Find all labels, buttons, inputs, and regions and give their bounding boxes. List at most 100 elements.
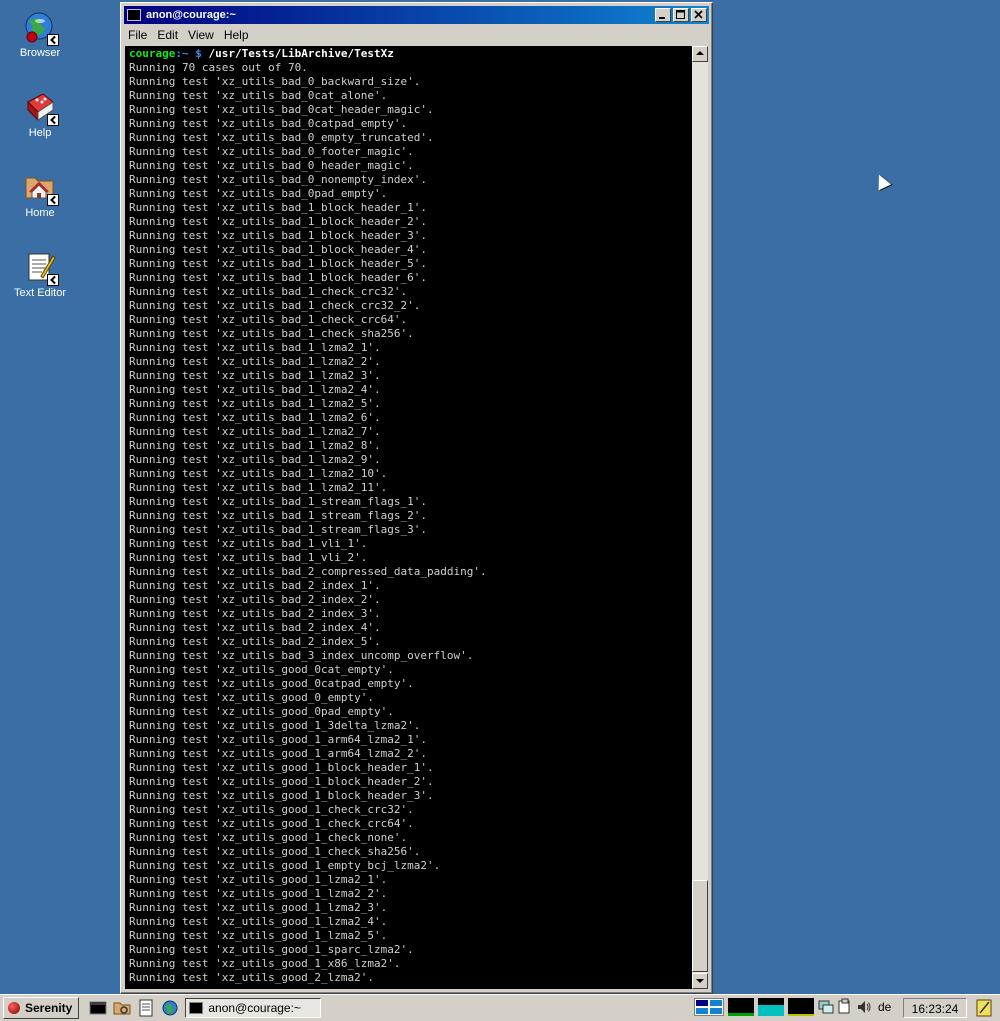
output-line: Running test 'xz_utils_good_1_lzma2_3'. xyxy=(129,901,388,914)
serenity-logo-icon xyxy=(8,1002,20,1014)
notification-applet[interactable] xyxy=(976,999,994,1021)
cpu-graph[interactable] xyxy=(728,998,754,1016)
output-line: Running test 'xz_utils_bad_2_index_1'. xyxy=(129,579,381,592)
output-line: Running test 'xz_utils_bad_1_block_heade… xyxy=(129,201,428,214)
taskbar-window-button[interactable]: anon@courage:~ xyxy=(185,998,322,1018)
keyboard-layout[interactable]: de xyxy=(876,998,893,1016)
output-line: Running test 'xz_utils_bad_3_index_uncom… xyxy=(129,649,474,662)
output-line: Running test 'xz_utils_bad_1_stream_flag… xyxy=(129,509,428,522)
output-line: Running test 'xz_utils_bad_1_check_crc32… xyxy=(129,285,408,298)
output-line: Running test 'xz_utils_bad_0cat_header_m… xyxy=(129,103,434,116)
start-button[interactable]: Serenity xyxy=(3,997,80,1019)
terminal-icon xyxy=(127,9,141,21)
output-line: Running test 'xz_utils_bad_2_index_5'. xyxy=(129,635,381,648)
prompt-command: /usr/Tests/LibArchive/TestXz xyxy=(208,47,394,60)
terminal-window[interactable]: anon@courage:~ File Edit View Help coura… xyxy=(120,2,713,994)
output-line: Running test 'xz_utils_good_1_check_sha2… xyxy=(129,845,421,858)
close-button[interactable] xyxy=(691,8,707,22)
menu-file[interactable]: File xyxy=(124,28,153,42)
desktop-icon-text-editor[interactable]: Text Editor xyxy=(0,250,80,299)
clock[interactable]: 16:23:24 xyxy=(903,998,967,1018)
output-line: Running test 'xz_utils_bad_1_block_heade… xyxy=(129,215,428,228)
scroll-down-button[interactable] xyxy=(692,973,708,989)
output-line: Running test 'xz_utils_good_1_block_head… xyxy=(129,789,434,802)
output-line: Running test 'xz_utils_good_0cat_empty'. xyxy=(129,663,394,676)
output-line: Running test 'xz_utils_bad_0_footer_magi… xyxy=(129,145,414,158)
desktop-icon-label: Text Editor xyxy=(14,287,66,299)
prompt-user: courage xyxy=(129,47,176,60)
help-book-icon xyxy=(23,90,59,126)
scroll-up-button[interactable] xyxy=(692,46,708,62)
output-line: Running test 'xz_utils_bad_1_vli_1'. xyxy=(129,537,368,550)
output-line: Running test 'xz_utils_bad_1_lzma2_11'. xyxy=(129,481,388,494)
desktop-icon-help[interactable]: Help xyxy=(0,90,80,139)
output-line: Running test 'xz_utils_good_1_arm64_lzma… xyxy=(129,733,428,746)
output-line: Running test 'xz_utils_good_1_check_crc3… xyxy=(129,803,414,816)
speaker-icon xyxy=(858,1001,871,1013)
output-line: Running test 'xz_utils_bad_0catpad_empty… xyxy=(129,117,408,130)
output-line: Running test 'xz_utils_bad_1_stream_flag… xyxy=(129,523,428,536)
quicklaunch-browser[interactable] xyxy=(161,999,179,1017)
clipboard-applet[interactable] xyxy=(838,998,852,1016)
minimize-button[interactable] xyxy=(655,8,671,22)
output-line: Running 70 cases out of 70. xyxy=(129,61,308,74)
desktop-icon-label: Home xyxy=(25,207,55,219)
quicklaunch-file-manager[interactable] xyxy=(113,999,131,1017)
output-line: Running test 'xz_utils_good_1_3delta_lzm… xyxy=(129,719,421,732)
output-line: Running test 'xz_utils_good_1_sparc_lzma… xyxy=(129,943,414,956)
output-line: Running test 'xz_utils_bad_1_lzma2_5'. xyxy=(129,397,381,410)
arrow-down-icon xyxy=(696,979,704,983)
minimize-icon xyxy=(659,17,665,19)
output-line: Running test 'xz_utils_bad_0_backward_si… xyxy=(129,75,421,88)
close-icon xyxy=(694,10,703,19)
output-line: Running test 'xz_utils_good_1_arm64_lzma… xyxy=(129,747,428,760)
output-line: Running test 'xz_utils_bad_0cat_alone'. xyxy=(129,89,388,102)
output-line: Running test 'xz_utils_good_1_block_head… xyxy=(129,761,434,774)
maximize-icon xyxy=(676,10,685,19)
workspace-switcher[interactable] xyxy=(694,998,724,1016)
output-line: Running test 'xz_utils_good_1_check_none… xyxy=(129,831,408,844)
output-line: Running test 'xz_utils_good_1_block_head… xyxy=(129,775,434,788)
quicklaunch-text-editor[interactable] xyxy=(137,999,155,1017)
output-line: Running test 'xz_utils_bad_2_compressed_… xyxy=(129,565,487,578)
scroll-thumb[interactable] xyxy=(692,880,708,972)
menu-view[interactable]: View xyxy=(184,28,220,42)
network-graph[interactable] xyxy=(788,998,814,1016)
globe-icon xyxy=(23,10,59,46)
network-applet[interactable] xyxy=(818,998,834,1016)
volume-applet[interactable] xyxy=(856,998,872,1016)
output-line: Running test 'xz_utils_good_0catpad_empt… xyxy=(129,677,414,690)
home-folder-icon xyxy=(23,170,59,206)
terminal-output[interactable]: courage:~ $ /usr/Tests/LibArchive/TestXz… xyxy=(125,46,692,989)
quicklaunch-terminal[interactable] xyxy=(89,999,107,1017)
window-titlebar[interactable]: anon@courage:~ xyxy=(124,6,709,24)
menu-edit[interactable]: Edit xyxy=(153,28,184,42)
file-manager-icon xyxy=(113,1002,131,1015)
output-line: Running test 'xz_utils_bad_0_empty_trunc… xyxy=(129,131,434,144)
memory-graph[interactable] xyxy=(758,998,784,1016)
output-line: Running test 'xz_utils_bad_0_header_magi… xyxy=(129,159,414,172)
cpu-graph-icon xyxy=(728,998,754,1016)
memory-graph-icon xyxy=(758,998,784,1016)
vertical-scrollbar[interactable] xyxy=(692,46,708,989)
output-line: Running test 'xz_utils_bad_0_nonempty_in… xyxy=(129,173,428,186)
output-line: Running test 'xz_utils_bad_1_lzma2_10'. xyxy=(129,467,388,480)
output-line: Running test 'xz_utils_bad_1_block_heade… xyxy=(129,257,428,270)
output-line: Running test 'xz_utils_good_1_lzma2_2'. xyxy=(129,887,388,900)
clipboard-icon xyxy=(838,998,850,1014)
menu-help[interactable]: Help xyxy=(220,28,255,42)
arrow-up-icon xyxy=(696,51,704,55)
globe-icon xyxy=(162,1000,178,1016)
system-tray: de xyxy=(694,998,897,1016)
network-icon xyxy=(818,1000,834,1014)
text-editor-icon xyxy=(23,250,59,286)
output-line: Running test 'xz_utils_bad_1_lzma2_8'. xyxy=(129,439,381,452)
output-line: Running test 'xz_utils_bad_1_vli_2'. xyxy=(129,551,368,564)
maximize-button[interactable] xyxy=(673,8,689,22)
desktop-icon-home[interactable]: Home xyxy=(0,170,80,219)
output-line: Running test 'xz_utils_bad_1_check_crc32… xyxy=(129,299,421,312)
desktop-icon-browser[interactable]: Browser xyxy=(0,10,80,59)
taskbar: Serenity anon@courage:~ de 16:23:24 xyxy=(0,994,1000,1021)
network-graph-icon xyxy=(788,998,814,1016)
output-line: Running test 'xz_utils_bad_2_index_4'. xyxy=(129,621,381,634)
